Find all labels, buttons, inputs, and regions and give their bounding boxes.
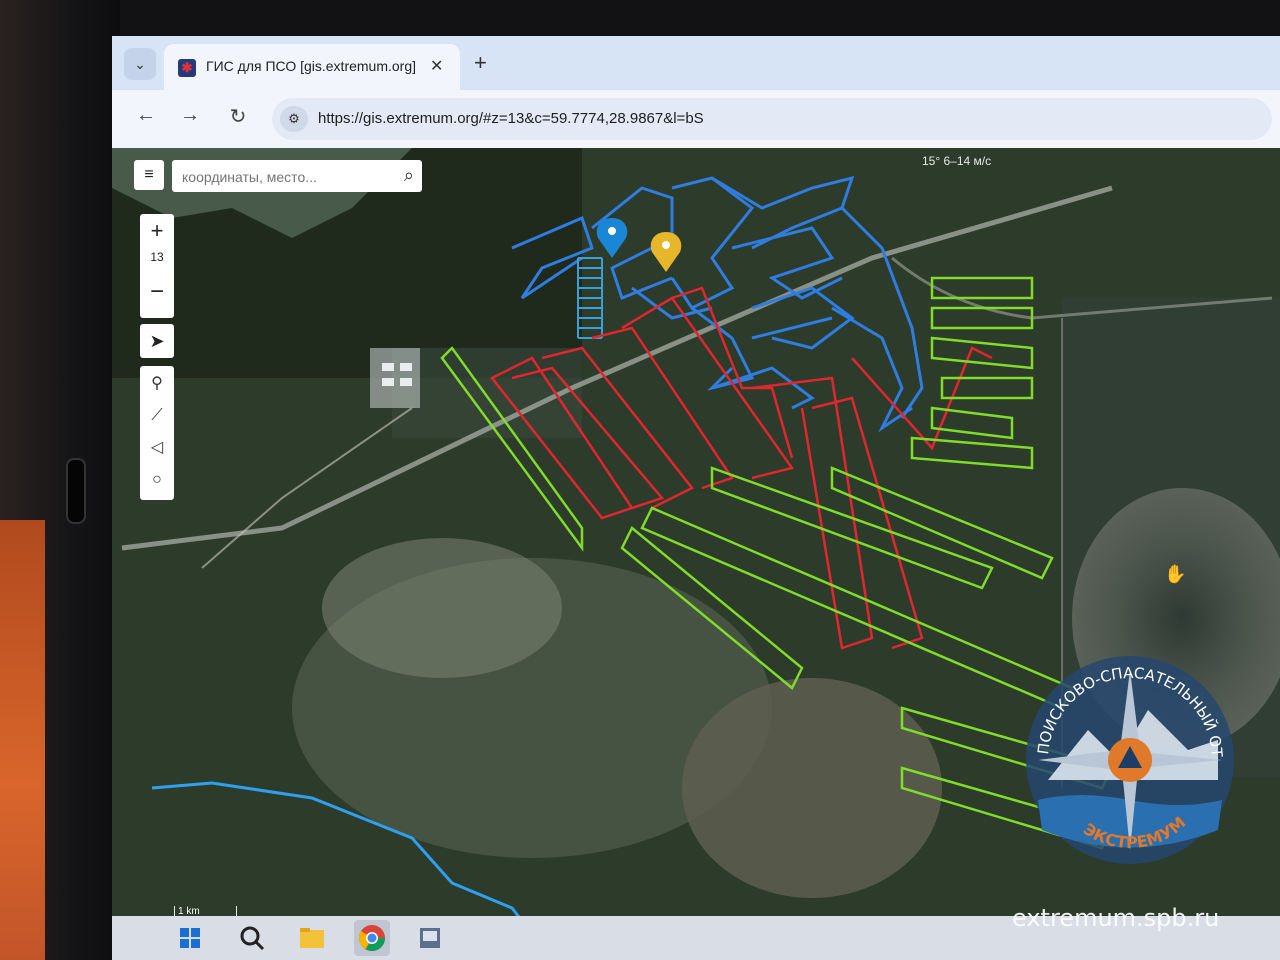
zoom-level: 13	[150, 250, 164, 264]
draw-tools: ⚲ ⟋ ◁ ○	[140, 366, 174, 500]
extremum-logo: ПОИСКОВО-СПАСАТЕЛЬНЫЙ ОТРЯД ЭКСТРЕМУМ	[1018, 650, 1234, 864]
settlement	[370, 348, 420, 408]
url-text[interactable]: https://gis.extremum.org/#z=13&c=59.7774…	[318, 110, 704, 127]
car-interior	[0, 520, 45, 960]
draw-marker-icon[interactable]: ⚲	[140, 368, 174, 400]
search-icon[interactable]: ⌕	[404, 165, 414, 186]
tab-gis[interactable]: ✱ ГИС для ПСО [gis.extremum.org] ✕	[164, 44, 460, 90]
bezel-button	[66, 458, 86, 524]
zoom-control: + 13 −	[140, 214, 174, 318]
hand-cursor-icon: ✋	[1164, 563, 1186, 585]
menu-hamburger-icon[interactable]: ≡	[134, 160, 164, 190]
zoom-out-button[interactable]: −	[140, 276, 174, 308]
windows-start-icon[interactable]	[172, 920, 208, 956]
tab-close-icon[interactable]: ✕	[430, 56, 443, 76]
site-info-icon[interactable]: ⚙	[280, 106, 308, 132]
address-bar[interactable]: ⚙ https://gis.extremum.org/#z=13&c=59.77…	[272, 98, 1272, 140]
forest-patch	[392, 348, 582, 438]
draw-circle-icon[interactable]: ○	[140, 464, 174, 496]
back-arrow-icon[interactable]: ←	[132, 104, 160, 127]
new-tab-button[interactable]: +	[474, 50, 487, 76]
weather-indicator: 15° 6–14 м/с	[922, 154, 992, 168]
forward-arrow-icon[interactable]: →	[176, 104, 204, 127]
draw-line-icon[interactable]: ⟋	[140, 400, 174, 432]
search-input[interactable]	[180, 166, 384, 188]
browser-tab-strip: ⌄ ✱ ГИС для ПСО [gis.extremum.org] ✕ +	[112, 36, 1280, 90]
tab-title: ГИС для ПСО [gis.extremum.org]	[206, 58, 417, 74]
watermark-site: extremum.spb.ru	[1012, 904, 1220, 932]
browser-toolbar: ← → ↻ ⚙ https://gis.extremum.org/#z=13&c…	[112, 90, 1280, 149]
reload-icon[interactable]: ↻	[224, 104, 252, 129]
chrome-icon[interactable]	[354, 920, 390, 956]
file-explorer-icon[interactable]	[294, 920, 330, 956]
taskbar-search-icon[interactable]	[234, 920, 270, 956]
map-search-box[interactable]: ⌕	[172, 160, 422, 192]
tab-search-chevron-icon[interactable]: ⌄	[124, 48, 156, 80]
clearing	[322, 538, 562, 678]
app-icon[interactable]	[412, 920, 448, 956]
laptop-bezel-top	[0, 0, 1280, 40]
locate-arrow-icon[interactable]: ➤	[140, 324, 174, 358]
site-favicon-icon: ✱	[178, 59, 196, 77]
draw-polygon-icon[interactable]: ◁	[140, 432, 174, 464]
zoom-in-button[interactable]: +	[140, 216, 174, 246]
